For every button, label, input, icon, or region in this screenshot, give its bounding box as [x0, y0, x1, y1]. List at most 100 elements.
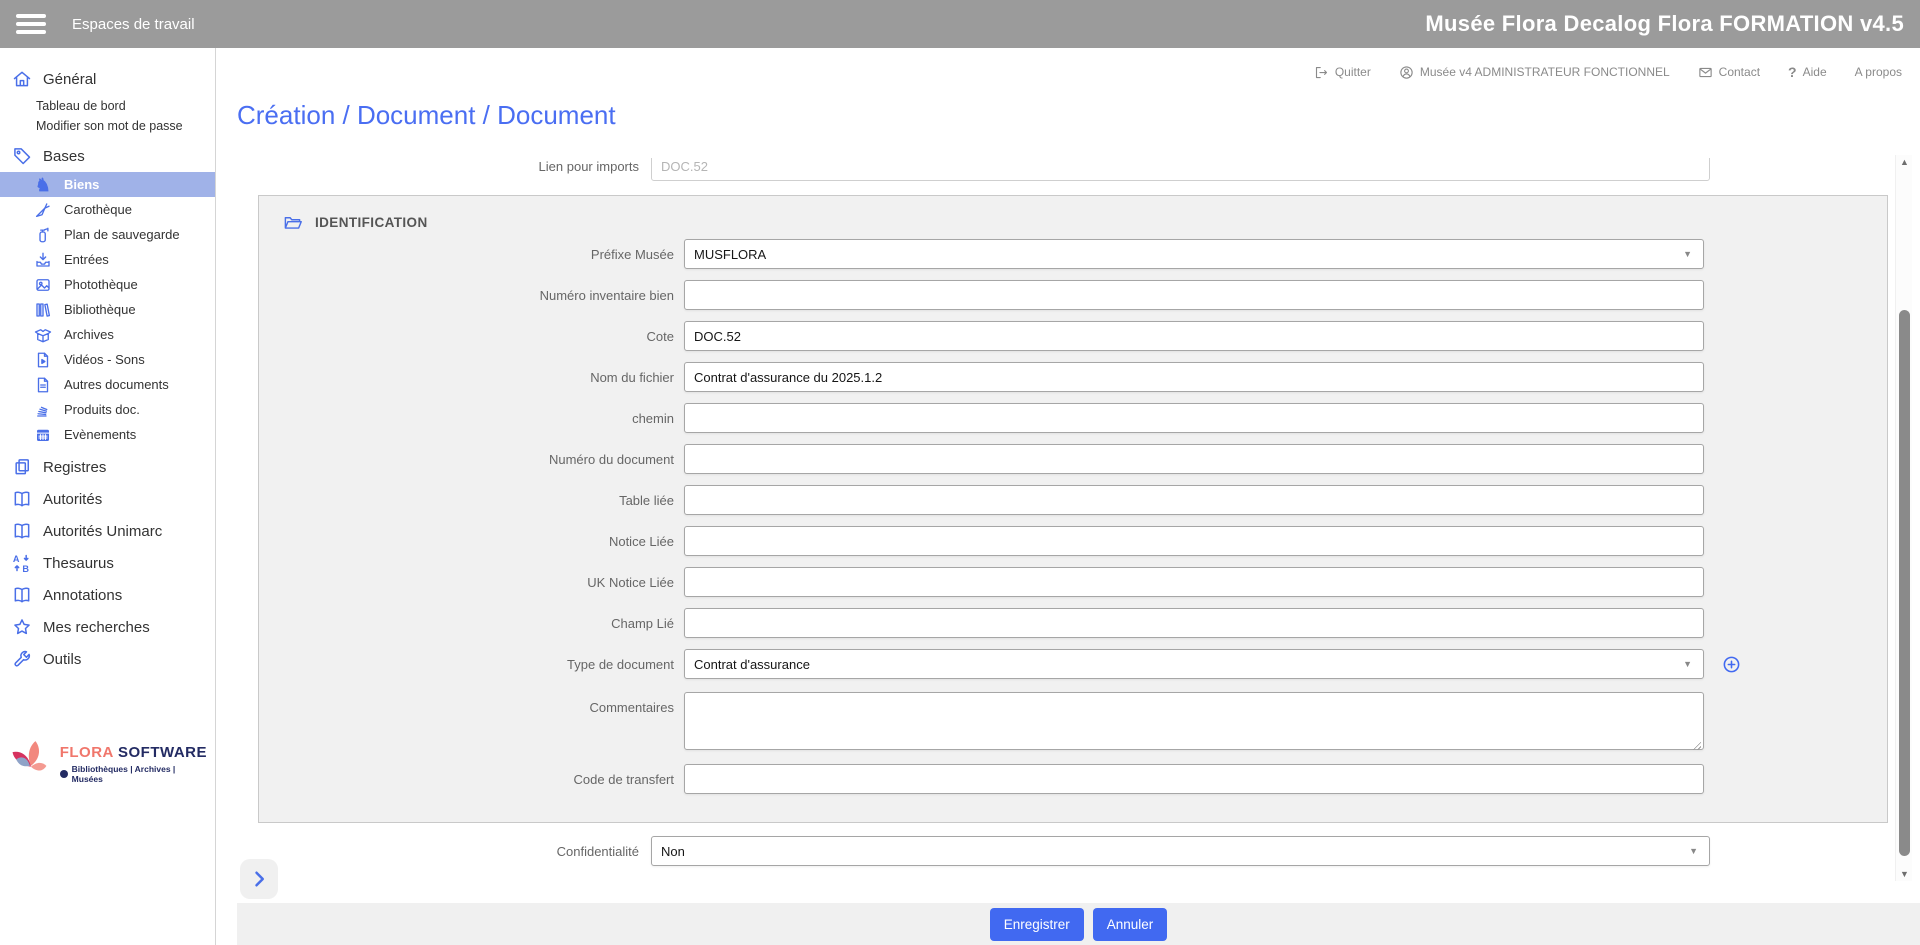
cote-input[interactable] [684, 321, 1704, 351]
sidebar-section-label: Thesaurus [43, 555, 114, 572]
tag-icon [12, 146, 32, 166]
notice-liee-input[interactable] [684, 526, 1704, 556]
sidebar-item-autres-documents[interactable]: Autres documents [0, 372, 215, 397]
books-icon [34, 301, 52, 319]
hamburger-menu-icon[interactable] [16, 14, 46, 34]
sidebar-item-videos-sons[interactable]: Vidéos - Sons [0, 347, 215, 372]
home-icon [12, 69, 32, 89]
sidebar-section-label: Autorités [43, 491, 102, 508]
scroll-down-arrow[interactable]: ▼ [1896, 867, 1913, 881]
field-label: Champ Lié [259, 608, 684, 638]
calendar-icon [34, 426, 52, 444]
scroll-up-arrow[interactable]: ▲ [1896, 155, 1913, 169]
sidebar-item-thesaurus[interactable]: ABThesaurus [0, 547, 215, 579]
type-de-document-select[interactable]: Contrat d'assurance▼ [684, 649, 1704, 679]
uk-notice-liee-input[interactable] [684, 567, 1704, 597]
sidebar-item-produits-doc[interactable]: Produits doc. [0, 397, 215, 422]
userbar-musee-v4-administrateur-fonctionnel[interactable]: Musée v4 ADMINISTRATEUR FONCTIONNEL [1399, 65, 1670, 80]
sidebar-link-tableau-de-bord[interactable]: Tableau de bord [36, 96, 215, 116]
page-title: Création / Document / Document [237, 100, 1920, 131]
sidebar-item-label: Vidéos - Sons [64, 352, 145, 367]
sidebar-item-label: Produits doc. [64, 402, 140, 417]
identification-section-header[interactable]: IDENTIFICATION [283, 213, 428, 232]
folder-icon [283, 213, 302, 232]
field-label: Numéro du document [259, 444, 684, 474]
userbar-label: Aide [1803, 65, 1827, 79]
code-de-transfert-input[interactable] [684, 764, 1704, 794]
champ-lie-input[interactable] [684, 608, 1704, 638]
nom-du-fichier-input[interactable] [684, 362, 1704, 392]
sidebar-item-registres[interactable]: Registres [0, 451, 215, 483]
sidebar-sections: RegistresAutoritésAutorités UnimarcABThe… [0, 451, 215, 675]
expand-panel-button[interactable] [240, 859, 278, 899]
sidebar-item-bases[interactable]: Bases [0, 140, 215, 172]
sidebar-item-outils[interactable]: Outils [0, 643, 215, 675]
sidebar-item-carotheque[interactable]: Carothèque [0, 197, 215, 222]
sidebar-item-annotations[interactable]: Annotations [0, 579, 215, 611]
sidebar-item-label: Bibliothèque [64, 302, 136, 317]
sidebar-item-entrees[interactable]: Entrées [0, 247, 215, 272]
sidebar-item-plan-de-sauvegarde[interactable]: Plan de sauvegarde [0, 222, 215, 247]
lien-pour-imports-input[interactable] [651, 158, 1710, 181]
user-bar: Quitter Musée v4 ADMINISTRATEUR FONCTIONN… [216, 48, 1920, 86]
workspace-label[interactable]: Espaces de travail [72, 16, 195, 33]
prefixe-musee-select[interactable]: MUSFLORA▼ [684, 239, 1704, 269]
logo-flora: FLORA [60, 744, 114, 761]
select-value: MUSFLORA [694, 247, 1683, 262]
userbar-aide[interactable]: ? Aide [1788, 64, 1827, 80]
sidebar-item-general[interactable]: Général [0, 64, 215, 94]
sidebar-item-biens[interactable]: ♞Biens [0, 172, 215, 197]
confidentialite-select[interactable]: Non ▼ [651, 836, 1710, 866]
userbar-a-propos[interactable]: A propos [1855, 65, 1902, 79]
form-row-champ-lie: Champ Lié [259, 608, 1887, 638]
field-label: Nom du fichier [259, 362, 684, 392]
sidebar-item-label: Archives [64, 327, 114, 342]
sidebar-item-label: Plan de sauvegarde [64, 227, 180, 242]
sidebar-item-phototheque[interactable]: Photothèque [0, 272, 215, 297]
form-row-numero-du-document: Numéro du document [259, 444, 1887, 474]
numero-inventaire-bien-input[interactable] [684, 280, 1704, 310]
sidebar-section-label: Registres [43, 459, 106, 476]
numero-du-document-input[interactable] [684, 444, 1704, 474]
chevron-right-icon [249, 869, 269, 889]
identification-panel: IDENTIFICATION Préfixe MuséeMUSFLORA▼Num… [258, 195, 1888, 823]
sidebar-item-bibliotheque[interactable]: Bibliothèque [0, 297, 215, 322]
sidebar-section-label: Annotations [43, 587, 122, 604]
logo-software: SOFTWARE [118, 744, 207, 761]
userbar-label: A propos [1855, 65, 1902, 79]
sidebar-item-evenements[interactable]: Evènements [0, 422, 215, 447]
form-row-type-de-document: Type de documentContrat d'assurance▼ [259, 649, 1887, 679]
form-row-code-de-transfert: Code de transfert [259, 764, 1887, 794]
save-button[interactable]: Enregistrer [990, 908, 1084, 941]
commentaires-textarea[interactable] [684, 692, 1704, 750]
userbar-label: Quitter [1335, 65, 1371, 79]
add-type-button[interactable] [1722, 655, 1741, 674]
form-row-commentaires: Commentaires [259, 692, 1887, 755]
cancel-button[interactable]: Annuler [1093, 908, 1168, 941]
sidebar-item-autorites[interactable]: Autorités [0, 483, 215, 515]
user-icon [1399, 65, 1414, 80]
userbar-quitter[interactable]: Quitter [1314, 65, 1371, 80]
confidentialite-label: Confidentialité [216, 844, 651, 859]
sidebar-item-label: Evènements [64, 427, 136, 442]
field-label: Numéro inventaire bien [259, 280, 684, 310]
chemin-input[interactable] [684, 403, 1704, 433]
userbar-contact[interactable]: Contact [1698, 65, 1760, 80]
sidebar-link-modifier-mot-de-passe[interactable]: Modifier son mot de passe [36, 116, 215, 136]
flora-flower-icon [8, 738, 54, 790]
star-icon [12, 617, 32, 637]
box-icon [34, 326, 52, 344]
scrollbar-thumb[interactable] [1899, 310, 1910, 856]
svg-text:B: B [22, 564, 29, 573]
sidebar-item-archives[interactable]: Archives [0, 322, 215, 347]
select-value: Contrat d'assurance [694, 657, 1683, 672]
sidebar-section-label: Autorités Unimarc [43, 523, 162, 540]
table-liee-input[interactable] [684, 485, 1704, 515]
vertical-scrollbar[interactable]: ▲ ▼ [1895, 155, 1912, 881]
mail-icon [1698, 65, 1713, 80]
sidebar-item-mes-recherches[interactable]: Mes recherches [0, 611, 215, 643]
sidebar-item-autorites-unimarc[interactable]: Autorités Unimarc [0, 515, 215, 547]
top-bar: Espaces de travail Musée Flora Decalog F… [0, 0, 1920, 48]
field-label: Table liée [259, 485, 684, 515]
help-icon: ? [1788, 64, 1797, 80]
